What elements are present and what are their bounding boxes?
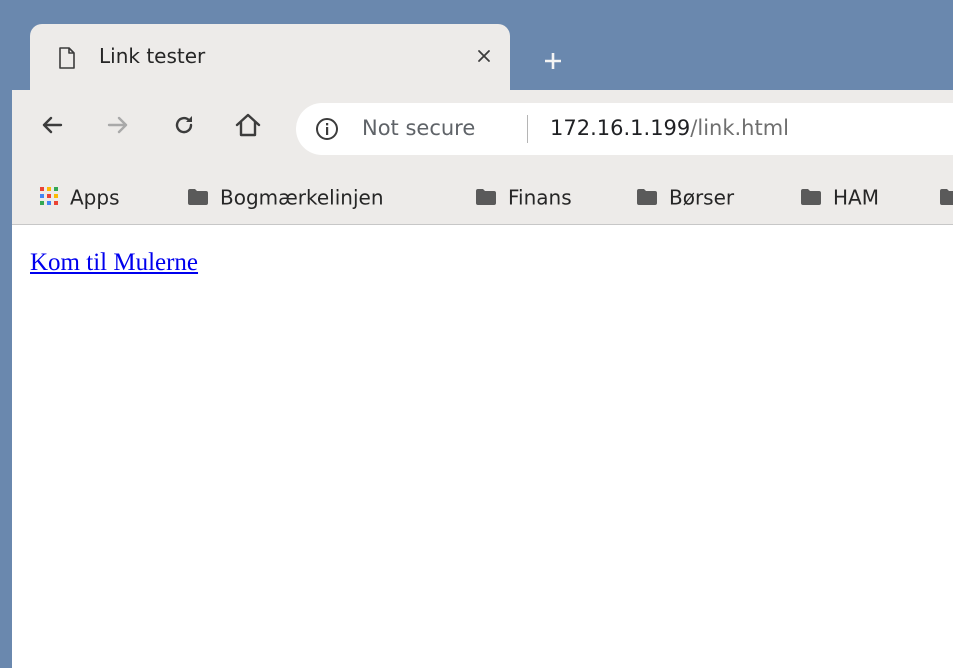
browser-window: Link tester Not secure 172.16.1.199/link… — [0, 0, 953, 668]
folder-icon — [637, 183, 657, 213]
security-status[interactable]: Not secure — [362, 113, 475, 143]
bookmarks-bar: Apps Bogmærkelinjen Finans Børser HAM — [12, 168, 953, 225]
bookmark-folder-finans[interactable]: Finans — [476, 181, 572, 211]
bookmark-overflow-folder[interactable] — [940, 181, 953, 211]
url-path: /link.html — [690, 116, 790, 140]
window-left-border — [0, 0, 12, 668]
folder-icon — [940, 183, 953, 213]
bookmark-apps[interactable]: Apps — [40, 181, 120, 211]
close-icon[interactable] — [470, 42, 498, 70]
bookmark-label: Børser — [669, 185, 735, 210]
apps-grid-icon — [40, 183, 58, 213]
navigation-toolbar: Not secure 172.16.1.199/link.html — [12, 90, 953, 168]
bookmark-label: Finans — [508, 185, 572, 210]
plus-icon — [545, 53, 561, 69]
home-icon — [235, 113, 261, 137]
bookmark-label: Bogmærkelinjen — [220, 185, 384, 210]
address-divider — [527, 115, 528, 143]
forward-button[interactable] — [100, 107, 136, 143]
tab-title: Link tester — [99, 44, 206, 68]
kom-til-mulerne-link[interactable]: Kom til Mulerne — [30, 247, 198, 279]
arrow-left-icon — [42, 116, 63, 134]
address-bar[interactable]: Not secure 172.16.1.199/link.html — [296, 103, 953, 155]
reload-button[interactable] — [166, 107, 202, 143]
title-bar: Link tester — [0, 0, 953, 90]
home-button[interactable] — [230, 107, 266, 143]
bookmark-apps-label: Apps — [70, 185, 120, 210]
folder-icon — [188, 183, 208, 213]
bookmark-folder-borser[interactable]: Børser — [637, 181, 734, 211]
browser-tab[interactable]: Link tester — [30, 24, 510, 90]
new-tab-button[interactable] — [535, 43, 571, 79]
url-text[interactable]: 172.16.1.199/link.html — [550, 113, 789, 143]
back-button[interactable] — [34, 107, 70, 143]
bookmark-folder-bogmaerkelinjen[interactable]: Bogmærkelinjen — [188, 181, 384, 211]
page-content: Kom til Mulerne — [12, 225, 953, 668]
url-host: 172.16.1.199 — [550, 116, 691, 140]
reload-icon — [175, 116, 193, 134]
arrow-right-icon — [107, 116, 128, 134]
bookmark-label: HAM — [833, 185, 879, 210]
folder-icon — [801, 183, 821, 213]
bookmark-folder-ham[interactable]: HAM — [801, 181, 879, 211]
folder-icon — [476, 183, 496, 213]
info-icon[interactable] — [314, 116, 340, 142]
page-icon — [58, 47, 76, 69]
